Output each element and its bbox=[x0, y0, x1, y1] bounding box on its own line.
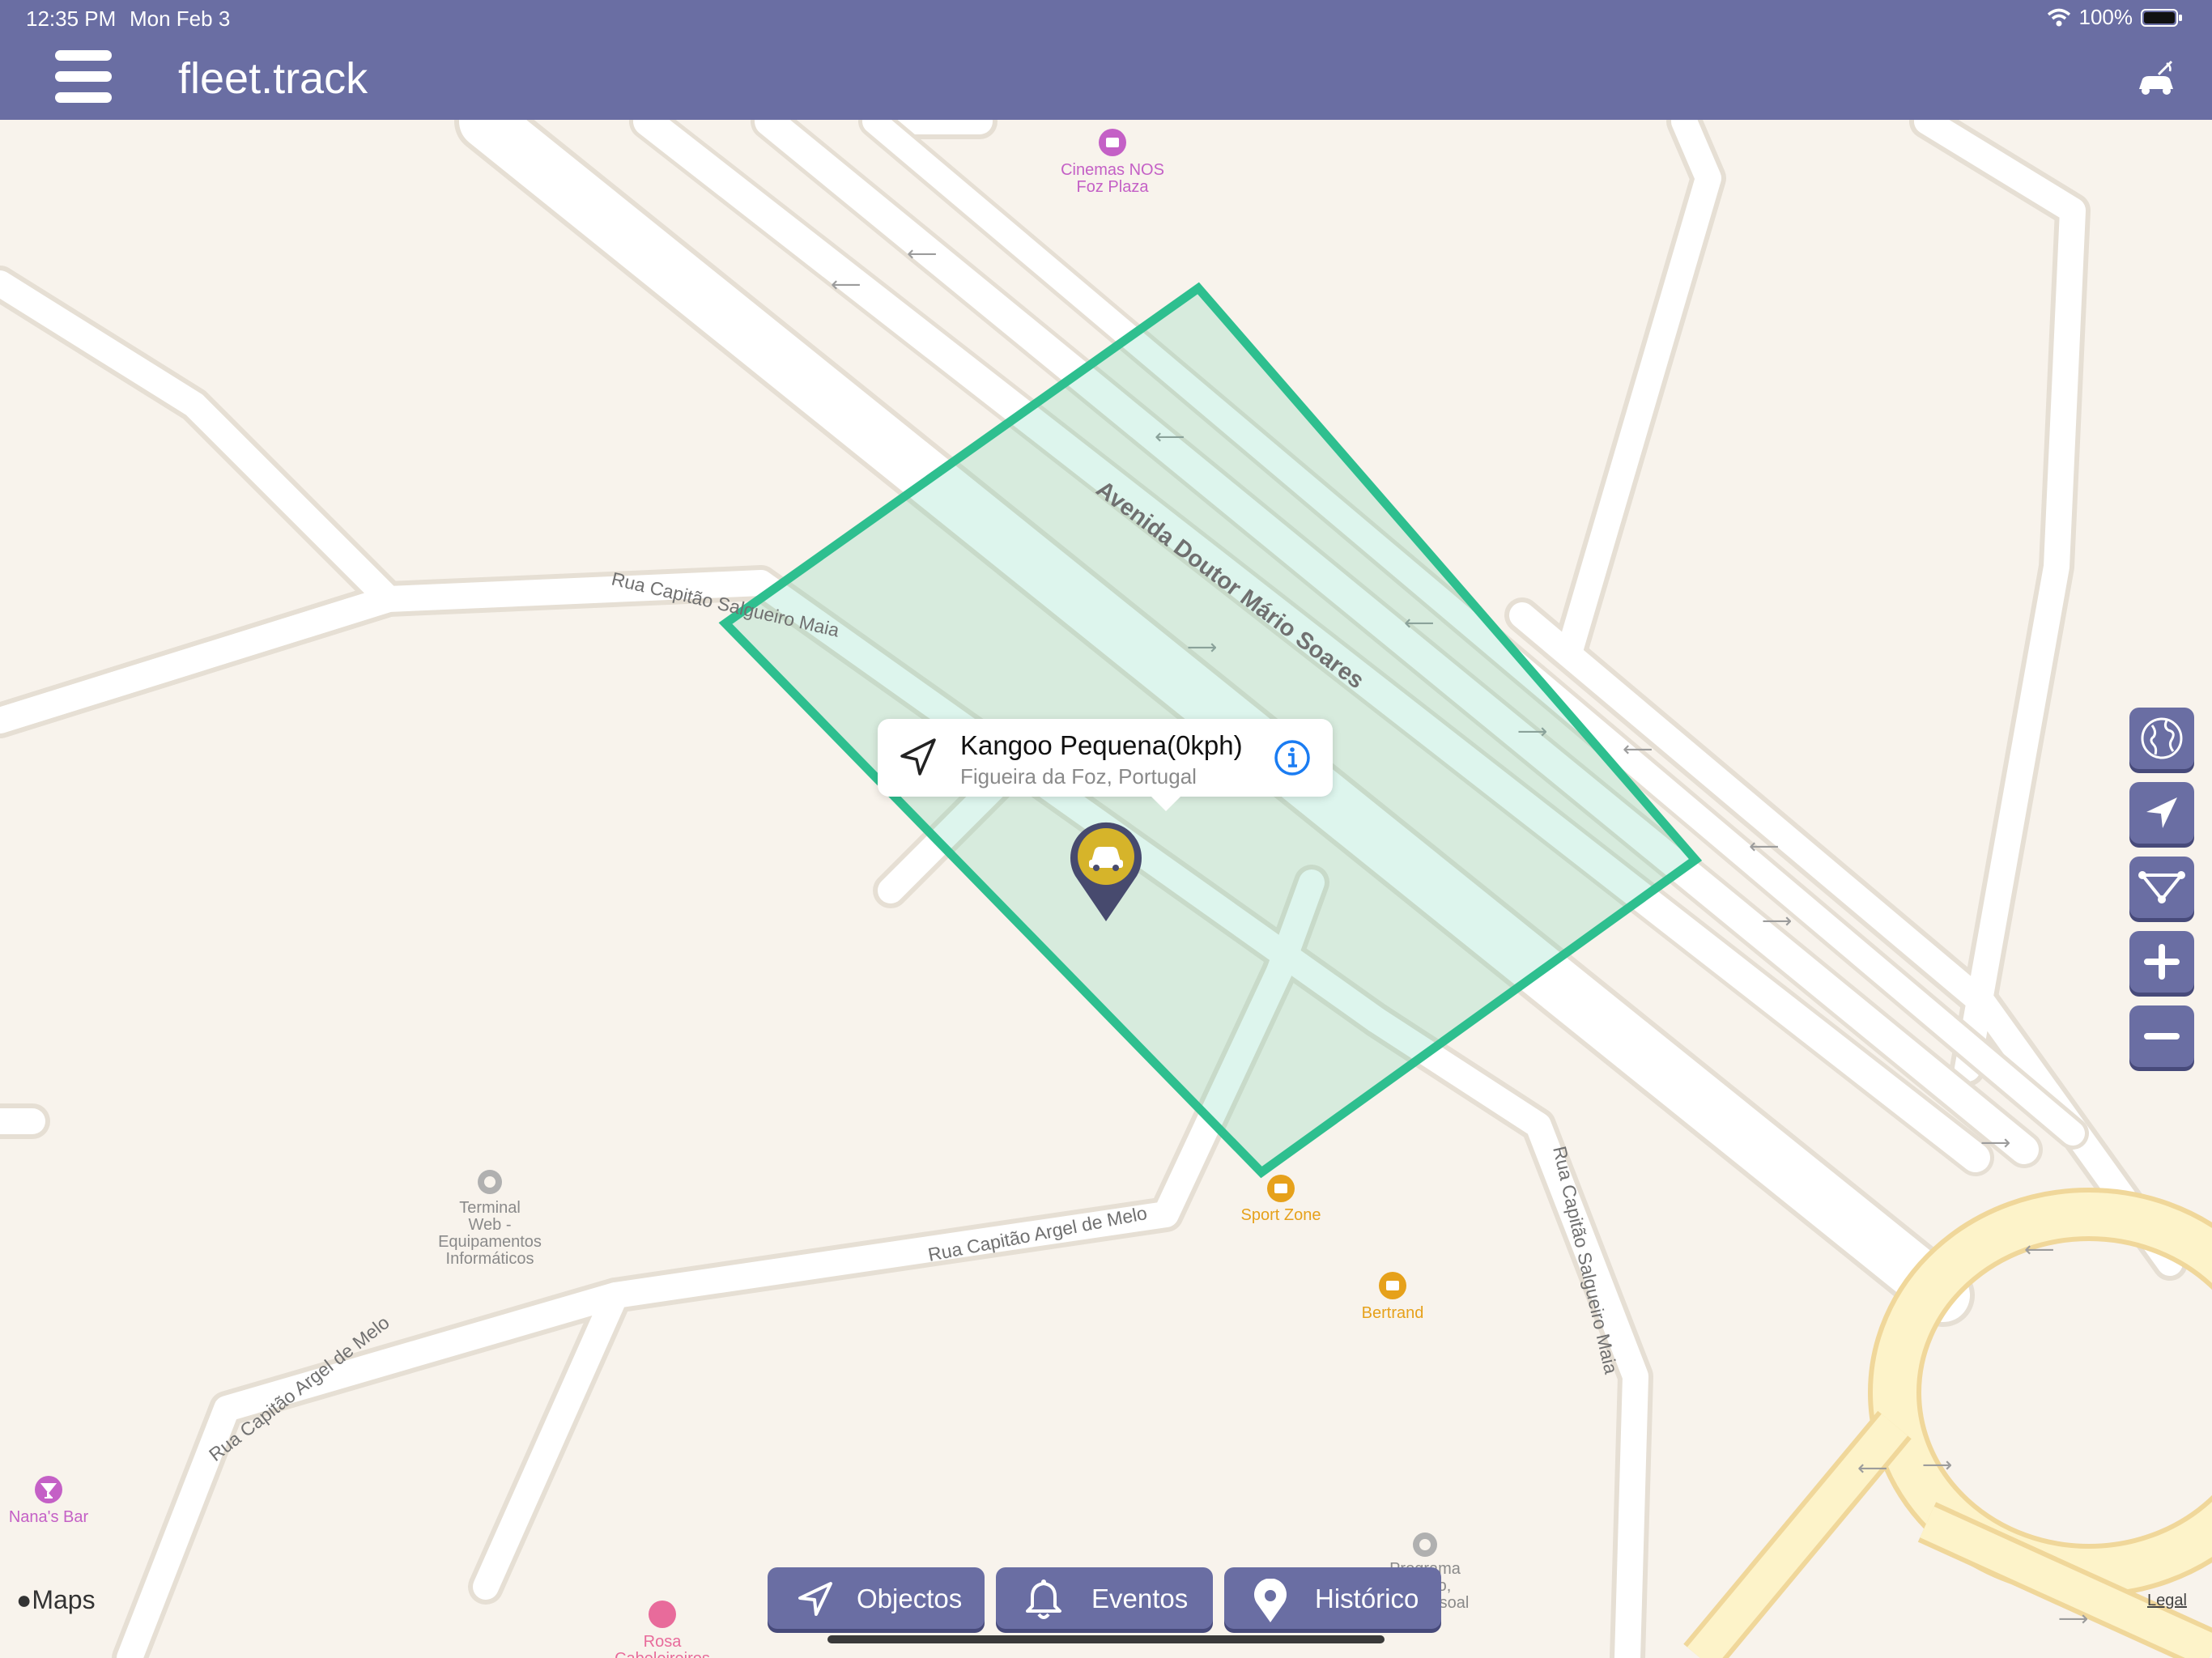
battery-icon bbox=[2141, 8, 2182, 27]
svg-text:⟶: ⟶ bbox=[1980, 1131, 2010, 1155]
locate-button[interactable] bbox=[2129, 782, 2194, 844]
vehicle-pin-icon[interactable] bbox=[1067, 819, 1145, 925]
svg-text:Foz Plaza: Foz Plaza bbox=[1077, 178, 1150, 196]
svg-text:⟵: ⟵ bbox=[831, 273, 861, 297]
zoom-in-icon bbox=[2144, 944, 2180, 980]
svg-text:Sport Zone: Sport Zone bbox=[1241, 1206, 1321, 1224]
svg-text:Rosa: Rosa bbox=[644, 1633, 683, 1651]
menu-bar-icon bbox=[55, 92, 112, 103]
svg-text:⟵: ⟵ bbox=[1623, 738, 1653, 762]
objectos-button[interactable]: Objectos bbox=[768, 1567, 985, 1629]
map-pin-icon bbox=[1254, 1579, 1287, 1622]
svg-text:Equipamentos: Equipamentos bbox=[438, 1233, 542, 1251]
battery-percent: 100% bbox=[2078, 5, 2133, 29]
apple-logo-icon: ● bbox=[16, 1585, 32, 1614]
status-date: Mon Feb 3 bbox=[130, 6, 231, 31]
svg-text:Bertrand: Bertrand bbox=[1362, 1304, 1424, 1322]
zoom-in-button[interactable] bbox=[2129, 931, 2194, 993]
svg-text:Cabeleireiros: Cabeleireiros bbox=[615, 1650, 710, 1658]
legal-link[interactable]: Legal bbox=[2147, 1592, 2187, 1610]
bell-icon bbox=[1026, 1579, 1061, 1619]
route-button[interactable] bbox=[2129, 857, 2194, 918]
objectos-label: Objectos bbox=[857, 1584, 963, 1613]
globe-button[interactable] bbox=[2129, 708, 2194, 769]
menu-bar-icon bbox=[55, 71, 112, 82]
svg-text:soal: soal bbox=[1440, 1594, 1470, 1612]
home-indicator bbox=[827, 1635, 1385, 1643]
vehicle-name: Kangoo Pequena(0kph) bbox=[960, 730, 1243, 760]
zoom-out-button[interactable] bbox=[2129, 1005, 2194, 1067]
location-arrow-icon bbox=[2146, 797, 2177, 828]
vehicle-location: Figueira da Foz, Portugal bbox=[960, 764, 1197, 789]
historico-label: Histórico bbox=[1315, 1584, 1419, 1613]
maps-label: Maps bbox=[32, 1585, 96, 1614]
svg-text:⟶: ⟶ bbox=[1922, 1453, 1952, 1477]
car-signal-icon[interactable] bbox=[2134, 60, 2176, 97]
globe-icon bbox=[2141, 717, 2183, 759]
maps-attribution: ●Maps bbox=[16, 1585, 96, 1615]
svg-text:⟶: ⟶ bbox=[2058, 1607, 2088, 1631]
status-time: 12:35 PM bbox=[26, 6, 117, 31]
app-title: fleet.track bbox=[178, 54, 368, 103]
status-right: 100% bbox=[2047, 5, 2184, 30]
svg-text:Informáticos: Informáticos bbox=[446, 1250, 534, 1268]
svg-text:⟶: ⟶ bbox=[1762, 909, 1792, 933]
svg-text:⟵: ⟵ bbox=[1749, 835, 1779, 859]
navigation-arrow-icon bbox=[798, 1582, 832, 1616]
vehicle-callout[interactable]: Kangoo Pequena(0kph) Figueira da Foz, Po… bbox=[878, 719, 1333, 811]
info-icon[interactable] bbox=[1273, 738, 1312, 777]
zoom-out-icon bbox=[2144, 1033, 2180, 1039]
svg-text:Web -: Web - bbox=[469, 1216, 512, 1234]
menu-bar-icon bbox=[55, 50, 112, 61]
svg-text:Cinemas NOS: Cinemas NOS bbox=[1061, 161, 1164, 179]
svg-text:Nana's Bar: Nana's Bar bbox=[9, 1508, 89, 1526]
svg-text:⟵: ⟵ bbox=[1857, 1456, 1887, 1481]
status-bar: 12:35 PM Mon Feb 3 100% bbox=[0, 0, 2212, 39]
eventos-label: Eventos bbox=[1091, 1584, 1189, 1613]
svg-text:⟵: ⟵ bbox=[2024, 1238, 2054, 1262]
eventos-button[interactable]: Eventos bbox=[996, 1567, 1213, 1629]
route-icon bbox=[2138, 871, 2185, 903]
svg-text:Terminal: Terminal bbox=[459, 1199, 521, 1217]
menu-button[interactable] bbox=[55, 50, 112, 104]
wifi-icon bbox=[2047, 8, 2070, 26]
navigation-arrow-icon bbox=[900, 738, 936, 776]
svg-text:⟵: ⟵ bbox=[907, 242, 937, 266]
historico-button[interactable]: Histórico bbox=[1224, 1567, 1441, 1629]
